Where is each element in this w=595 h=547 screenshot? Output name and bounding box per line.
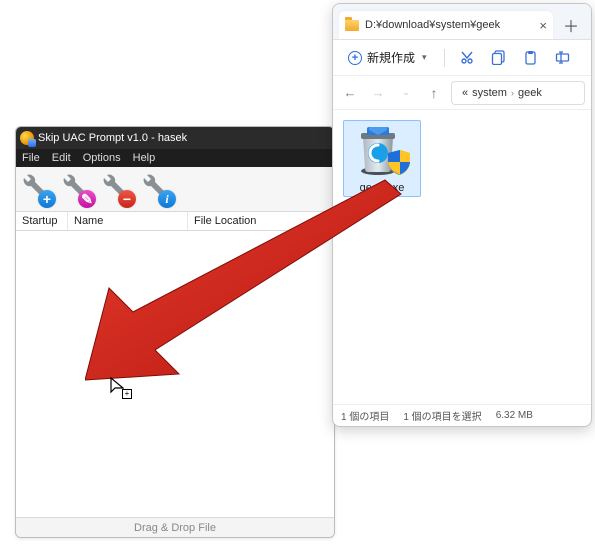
new-item-button[interactable]: + 新規作成 ▾ bbox=[339, 44, 436, 71]
cut-button[interactable] bbox=[453, 44, 481, 72]
plus-circle-icon: + bbox=[348, 51, 362, 65]
breadcrumb-seg1[interactable]: system bbox=[472, 87, 507, 99]
explorer-actions: + 新規作成 ▾ bbox=[333, 40, 591, 76]
add-button[interactable]: + bbox=[20, 172, 54, 206]
file-item[interactable]: geek.exe bbox=[343, 120, 421, 197]
status-count: 1 個の項目 bbox=[341, 408, 389, 423]
copy-button[interactable] bbox=[485, 44, 513, 72]
skip-uac-window: Skip UAC Prompt v1.0 - hasek File Edit O… bbox=[15, 126, 335, 538]
rename-button[interactable]: ✎ bbox=[60, 172, 94, 206]
rename-icon bbox=[555, 50, 570, 65]
remove-button[interactable]: − bbox=[100, 172, 134, 206]
explorer-nav: ← → ⌄ ↑ « system › geek bbox=[333, 76, 591, 110]
column-location[interactable]: File Location bbox=[188, 212, 334, 230]
nav-recent[interactable]: ⌄ bbox=[395, 87, 417, 98]
explorer-statusbar: 1 個の項目 1 個の項目を選択 6.32 MB bbox=[333, 404, 591, 426]
close-icon[interactable]: × bbox=[539, 18, 547, 33]
menu-file[interactable]: File bbox=[22, 152, 40, 164]
breadcrumb-prefix: « bbox=[462, 87, 468, 99]
minus-icon: − bbox=[118, 190, 136, 208]
menu-edit[interactable]: Edit bbox=[52, 152, 71, 164]
nav-back[interactable]: ← bbox=[339, 85, 361, 100]
new-item-label: 新規作成 bbox=[367, 49, 415, 66]
divider bbox=[444, 49, 445, 67]
menu-options[interactable]: Options bbox=[83, 152, 121, 164]
column-name[interactable]: Name bbox=[68, 212, 188, 230]
pencil-icon: ✎ bbox=[78, 190, 96, 208]
drop-area[interactable] bbox=[16, 231, 334, 517]
scissors-icon bbox=[459, 50, 475, 66]
status-selected: 1 個の項目を選択 bbox=[403, 408, 481, 423]
chevron-right-icon: › bbox=[511, 88, 514, 98]
breadcrumb[interactable]: « system › geek bbox=[451, 81, 585, 105]
plus-icon: + bbox=[38, 190, 56, 208]
status-text: Drag & Drop File bbox=[134, 522, 216, 534]
exe-icon bbox=[354, 125, 410, 177]
explorer-window: D:¥download¥system¥geek × ＋ + 新規作成 ▾ ← →… bbox=[332, 3, 592, 427]
explorer-body[interactable]: geek.exe bbox=[333, 110, 591, 404]
explorer-tab[interactable]: D:¥download¥system¥geek × bbox=[339, 11, 553, 39]
copy-icon bbox=[491, 50, 506, 65]
statusbar: Drag & Drop File bbox=[16, 517, 334, 537]
info-button[interactable]: i bbox=[140, 172, 174, 206]
window-title: Skip UAC Prompt v1.0 - hasek bbox=[38, 132, 187, 144]
chevron-down-icon: ▾ bbox=[422, 52, 427, 63]
folder-icon bbox=[345, 20, 359, 31]
paste-button[interactable] bbox=[517, 44, 545, 72]
toolbar: + ✎ − i bbox=[16, 167, 334, 211]
nav-up[interactable]: ↑ bbox=[423, 85, 445, 101]
column-startup[interactable]: Startup bbox=[16, 212, 68, 230]
titlebar[interactable]: Skip UAC Prompt v1.0 - hasek bbox=[16, 127, 334, 149]
nav-forward[interactable]: → bbox=[367, 85, 389, 100]
column-headers: Startup Name File Location bbox=[16, 211, 334, 231]
rename-button[interactable] bbox=[549, 44, 577, 72]
info-icon: i bbox=[158, 190, 176, 208]
new-tab-button[interactable]: ＋ bbox=[557, 11, 585, 39]
explorer-tabstrip: D:¥download¥system¥geek × ＋ bbox=[333, 4, 591, 40]
tab-title: D:¥download¥system¥geek bbox=[365, 19, 500, 31]
file-label: geek.exe bbox=[346, 182, 418, 194]
breadcrumb-seg2[interactable]: geek bbox=[518, 87, 542, 99]
menu-help[interactable]: Help bbox=[133, 152, 156, 164]
status-size: 6.32 MB bbox=[496, 410, 533, 421]
menubar: File Edit Options Help bbox=[16, 149, 334, 167]
app-icon bbox=[20, 131, 34, 145]
clipboard-icon bbox=[523, 50, 538, 65]
